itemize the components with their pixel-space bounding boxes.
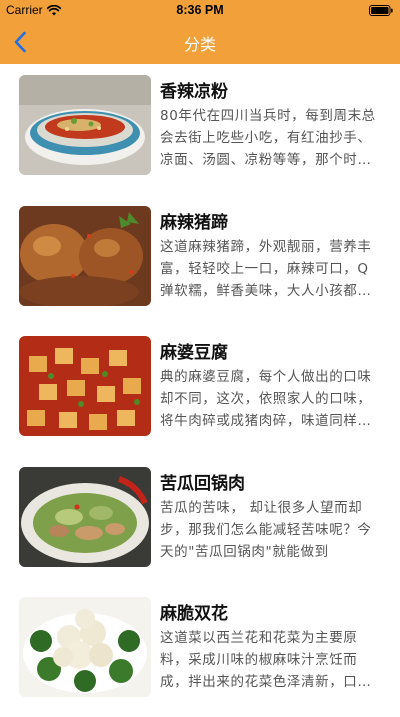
recipe-title: 麻脆双花	[160, 604, 228, 624]
recipe-thumbnail	[19, 597, 151, 697]
recipe-description: 80年代在四川当兵时，每到周末总会去街上吃些小吃，有红油抄手、凉面、汤圆、凉粉等…	[160, 108, 376, 168]
recipe-thumbnail	[19, 466, 151, 567]
recipe-description: 这道麻辣猪蹄，外观靓丽，营养丰富，轻轻咬上一口，麻辣可口，Q弹软糯，鲜香美味，大…	[160, 238, 372, 299]
recipe-title: 香辣凉粉	[160, 82, 228, 102]
header: Carrier 8:36 PM 分类	[0, 0, 400, 64]
battery-full-icon	[369, 5, 393, 16]
recipe-thumbnail	[19, 336, 151, 436]
recipe-row[interactable]: 香辣凉粉 80年代在四川当兵时，每到周末总会去街上吃些小吃，有红油抄手、凉面、汤…	[0, 64, 400, 195]
recipe-row[interactable]: 苦瓜回锅肉 苦瓜的苦味， 却让很多人望而却步，那我们怎么能减轻苦味呢？今天的"苦…	[0, 456, 400, 587]
recipe-row[interactable]: 麻辣猪蹄 这道麻辣猪蹄，外观靓丽，营养丰富，轻轻咬上一口，麻辣可口，Q弹软糯，鲜…	[0, 195, 400, 326]
status-time: 8:36 PM	[176, 3, 224, 17]
recipe-title: 麻婆豆腐	[160, 343, 228, 363]
recipe-list: 香辣凉粉 80年代在四川当兵时，每到周末总会去街上吃些小吃，有红油抄手、凉面、汤…	[0, 64, 400, 717]
recipe-title: 苦瓜回锅肉	[160, 473, 245, 494]
recipe-title: 麻辣猪蹄	[160, 212, 228, 233]
recipe-thumbnail	[19, 75, 151, 175]
status-bar: Carrier 8:36 PM	[0, 0, 400, 20]
recipe-description: 苦瓜的苦味， 却让很多人望而却步，那我们怎么能减轻苦味呢？今天的"苦瓜回锅肉"就…	[160, 499, 372, 560]
recipe-description: 这道菜以西兰花和花菜为主要原料，采成川味的椒麻味汁烹饪而成，拌出来的花菜色泽清新…	[160, 630, 372, 690]
recipe-row[interactable]: 麻婆豆腐 典的麻婆豆腐，每个人做出的口味却不同，这次，依照家人的口味，将牛肉碎或…	[0, 325, 400, 456]
navigation-bar: 分类	[0, 20, 400, 64]
recipe-row[interactable]: 麻脆双花 这道菜以西兰花和花菜为主要原料，采成川味的椒麻味汁烹饪而成，拌出来的花…	[0, 586, 400, 717]
recipe-thumbnail	[19, 205, 151, 306]
recipe-description: 典的麻婆豆腐，每个人做出的口味却不同，这次，依照家人的口味，将牛肉碎或成猪肉碎，…	[160, 369, 372, 429]
page-title: 分类	[183, 35, 216, 54]
